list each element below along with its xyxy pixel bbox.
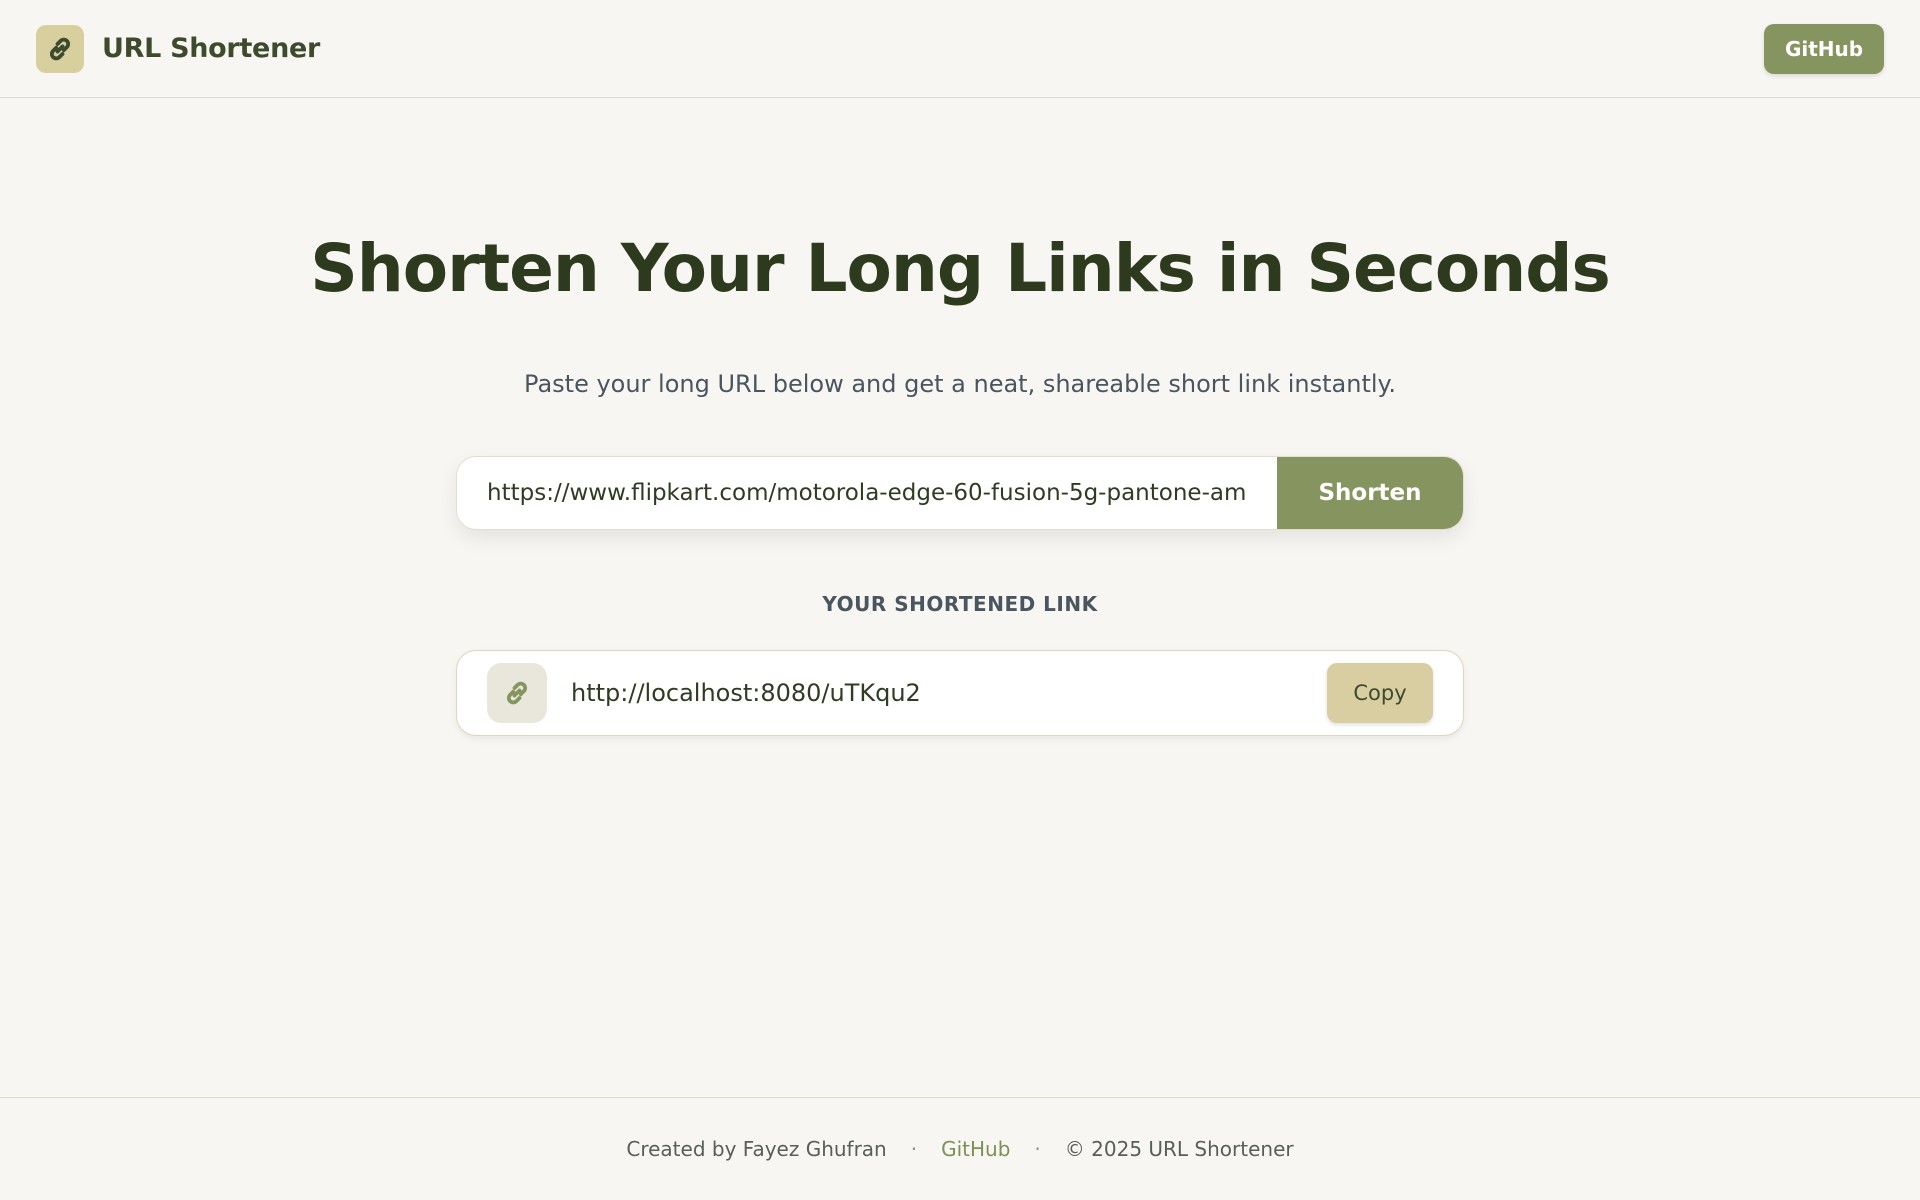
github-button[interactable]: GitHub — [1764, 23, 1884, 74]
short-url[interactable]: http://localhost:8080/uTKqu2 — [571, 679, 1327, 707]
brand[interactable]: URL Shortener — [36, 24, 321, 73]
hero-subtitle: Paste your long URL below and get a neat… — [524, 370, 1396, 398]
footer-copyright: © 2025 URL Shortener — [1064, 1137, 1294, 1161]
footer-credit: Created by Fayez Ghufran — [626, 1137, 887, 1161]
footer-separator: · — [1034, 1137, 1041, 1161]
brand-title: URL Shortener — [102, 33, 321, 64]
copy-button[interactable]: Copy — [1327, 663, 1433, 723]
page: URL Shortener GitHub Shorten Your Long L… — [0, 0, 1920, 1200]
hero-title: Shorten Your Long Links in Seconds — [310, 230, 1611, 307]
result-card: http://localhost:8080/uTKqu2 Copy — [456, 650, 1464, 736]
footer-github-link[interactable]: GitHub — [941, 1137, 1010, 1161]
link-icon — [36, 24, 84, 73]
top-header: URL Shortener GitHub — [0, 0, 1920, 98]
shorten-button[interactable]: Shorten — [1277, 457, 1463, 529]
shorten-form: Shorten — [456, 456, 1464, 530]
url-input[interactable] — [457, 457, 1277, 529]
result-label: YOUR SHORTENED LINK — [822, 592, 1098, 616]
link-icon — [487, 663, 547, 723]
footer-separator: · — [910, 1137, 918, 1161]
footer: Created by Fayez Ghufran · GitHub · © 20… — [0, 1097, 1920, 1200]
